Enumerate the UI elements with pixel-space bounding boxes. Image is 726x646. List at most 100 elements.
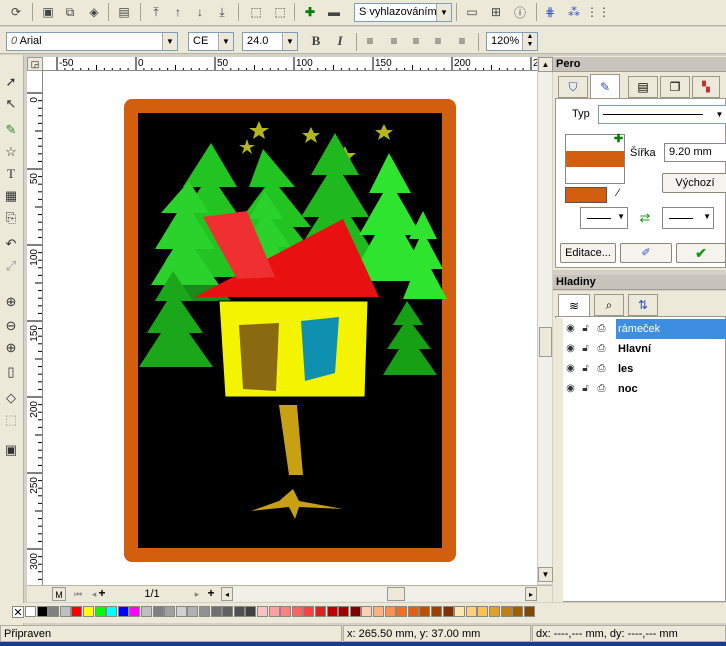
- bold-button[interactable]: B: [306, 31, 326, 51]
- tab-layers[interactable]: ≋: [558, 294, 590, 316]
- vertical-scrollbar[interactable]: ▲ ▼: [537, 57, 553, 584]
- align-left-icon[interactable]: ≡: [360, 31, 380, 51]
- palette-swatch[interactable]: [233, 606, 245, 617]
- printer-icon[interactable]: ⎙: [595, 362, 608, 375]
- tab-pen[interactable]: ✎: [590, 74, 620, 98]
- spin-icon[interactable]: ▲ ▼: [522, 33, 537, 50]
- add-icon[interactable]: ✚: [613, 134, 624, 145]
- palette-swatch[interactable]: [431, 606, 442, 617]
- scroll-right-icon[interactable]: ▸: [525, 587, 537, 601]
- chevron-down-icon[interactable]: ▼: [436, 4, 451, 21]
- palette-swatch[interactable]: [315, 606, 326, 617]
- eye-icon[interactable]: ◉: [564, 362, 577, 375]
- palette-swatch[interactable]: [268, 606, 280, 617]
- fill-tool-icon[interactable]: ◇: [0, 387, 22, 409]
- palette-swatch[interactable]: [175, 606, 187, 617]
- tab-shadow[interactable]: ❐: [660, 76, 690, 98]
- pen-color-swatch[interactable]: [565, 187, 607, 203]
- table-tool-icon[interactable]: ▦: [0, 185, 22, 207]
- to-back-icon[interactable]: ⤓: [212, 2, 232, 22]
- no-color-icon[interactable]: ✕: [12, 606, 24, 619]
- palette-swatch[interactable]: [152, 606, 164, 617]
- lock-icon[interactable]: 🔓︎: [579, 342, 592, 355]
- palette-swatch[interactable]: [512, 606, 524, 617]
- tab-layer-order[interactable]: ⇅: [628, 294, 658, 316]
- smoothing-select[interactable]: S vyhlazováním ▼: [354, 3, 452, 22]
- palette-swatch[interactable]: [129, 606, 141, 617]
- guides-icon[interactable]: ⋕: [540, 2, 560, 22]
- palette-swatch[interactable]: [257, 606, 268, 617]
- palette-swatch[interactable]: [454, 606, 466, 617]
- palette-swatch[interactable]: [106, 606, 118, 617]
- drawing[interactable]: [43, 71, 537, 586]
- lock-icon[interactable]: 🔓︎: [579, 362, 592, 375]
- end-arrow-select[interactable]: ▼: [662, 207, 714, 229]
- palette-swatch[interactable]: [489, 606, 500, 617]
- palette-swatch[interactable]: [117, 606, 129, 617]
- palette-swatch[interactable]: [71, 606, 83, 617]
- grid-icon[interactable]: ⋮⋮: [586, 2, 610, 22]
- palette-swatch[interactable]: [384, 606, 396, 617]
- palette-swatch[interactable]: [419, 606, 431, 617]
- eyedropper-icon[interactable]: ⁄: [611, 187, 625, 203]
- scroll-down-icon[interactable]: ▼: [538, 567, 553, 582]
- palette-swatch[interactable]: [199, 606, 210, 617]
- forward-icon[interactable]: ↑: [168, 2, 188, 22]
- charset-select[interactable]: CE ▼: [188, 32, 234, 51]
- zoom-spin[interactable]: 120% ▲ ▼: [486, 32, 538, 51]
- page-icon[interactable]: ▯: [0, 361, 22, 383]
- node-edit-icon[interactable]: ↖: [0, 93, 22, 115]
- ruler-corner[interactable]: ◲: [27, 57, 43, 71]
- transform-icon[interactable]: ⬚: [246, 2, 266, 22]
- h-scrollbar-track[interactable]: [233, 587, 525, 601]
- monitor-icon[interactable]: ▭: [462, 2, 482, 22]
- apply-button[interactable]: ✔: [676, 243, 726, 263]
- group-icon[interactable]: ▣: [38, 2, 58, 22]
- eye-icon[interactable]: ◉: [564, 342, 577, 355]
- lock-icon[interactable]: 🔓︎: [579, 322, 592, 335]
- text-tool-icon[interactable]: T: [0, 163, 22, 185]
- palette-swatch[interactable]: [83, 606, 94, 617]
- backward-icon[interactable]: ↓: [190, 2, 210, 22]
- palette-swatch[interactable]: [361, 606, 373, 617]
- info-icon[interactable]: ⓘ: [510, 2, 530, 22]
- layer-row[interactable]: ◉ 🔓︎ ⎙ rámeček: [562, 319, 726, 339]
- add-page-end-button[interactable]: +: [205, 586, 217, 601]
- tab-fill[interactable]: ⛉: [558, 76, 588, 98]
- resize-icon[interactable]: ⬚: [270, 2, 290, 22]
- palette-swatch[interactable]: [141, 606, 152, 617]
- edit-button[interactable]: Editace...: [560, 243, 616, 263]
- italic-button[interactable]: I: [330, 31, 350, 51]
- palette-swatch[interactable]: [210, 606, 222, 617]
- add-node-icon[interactable]: ✚: [300, 2, 320, 22]
- palette-swatch[interactable]: [25, 606, 36, 617]
- palette-swatch[interactable]: [291, 606, 303, 617]
- next-page-icon[interactable]: ▸: [191, 587, 203, 601]
- canvas-area[interactable]: [43, 71, 537, 586]
- grid-view-icon[interactable]: ⊞: [486, 2, 506, 22]
- layer-row[interactable]: ◉ 🔓︎ ⎙ les: [562, 359, 726, 379]
- palette-swatch[interactable]: [349, 606, 361, 617]
- palette-swatch[interactable]: [280, 606, 292, 617]
- justify-all-icon[interactable]: ≡: [452, 31, 472, 51]
- layer-row[interactable]: ◉ 🔓︎ ⎙ noc: [562, 379, 726, 399]
- palette-swatch[interactable]: [245, 606, 257, 617]
- palette-swatch[interactable]: [36, 606, 48, 617]
- undo-icon[interactable]: ↶: [0, 233, 22, 255]
- chevron-down-icon[interactable]: ▼: [617, 212, 625, 221]
- scroll-left-icon[interactable]: ◂: [221, 587, 233, 601]
- snap-icon[interactable]: ⁂: [564, 2, 584, 22]
- palette-swatch[interactable]: [187, 606, 199, 617]
- palette-swatch[interactable]: [59, 606, 71, 617]
- h-scroll-thumb[interactable]: [387, 587, 405, 601]
- palette-swatch[interactable]: [500, 606, 512, 617]
- to-front-icon[interactable]: ⤒: [146, 2, 166, 22]
- chevron-down-icon[interactable]: ▼: [712, 106, 726, 123]
- palette-swatch[interactable]: [373, 606, 384, 617]
- chevron-down-icon[interactable]: ▼: [162, 33, 177, 50]
- line-type-select[interactable]: ▼: [598, 105, 726, 124]
- redo-icon[interactable]: ⟳: [6, 2, 26, 22]
- add-page-button[interactable]: +: [95, 586, 109, 601]
- palette-swatch[interactable]: [465, 606, 477, 617]
- font-size-select[interactable]: 24.0 ▼: [242, 32, 298, 51]
